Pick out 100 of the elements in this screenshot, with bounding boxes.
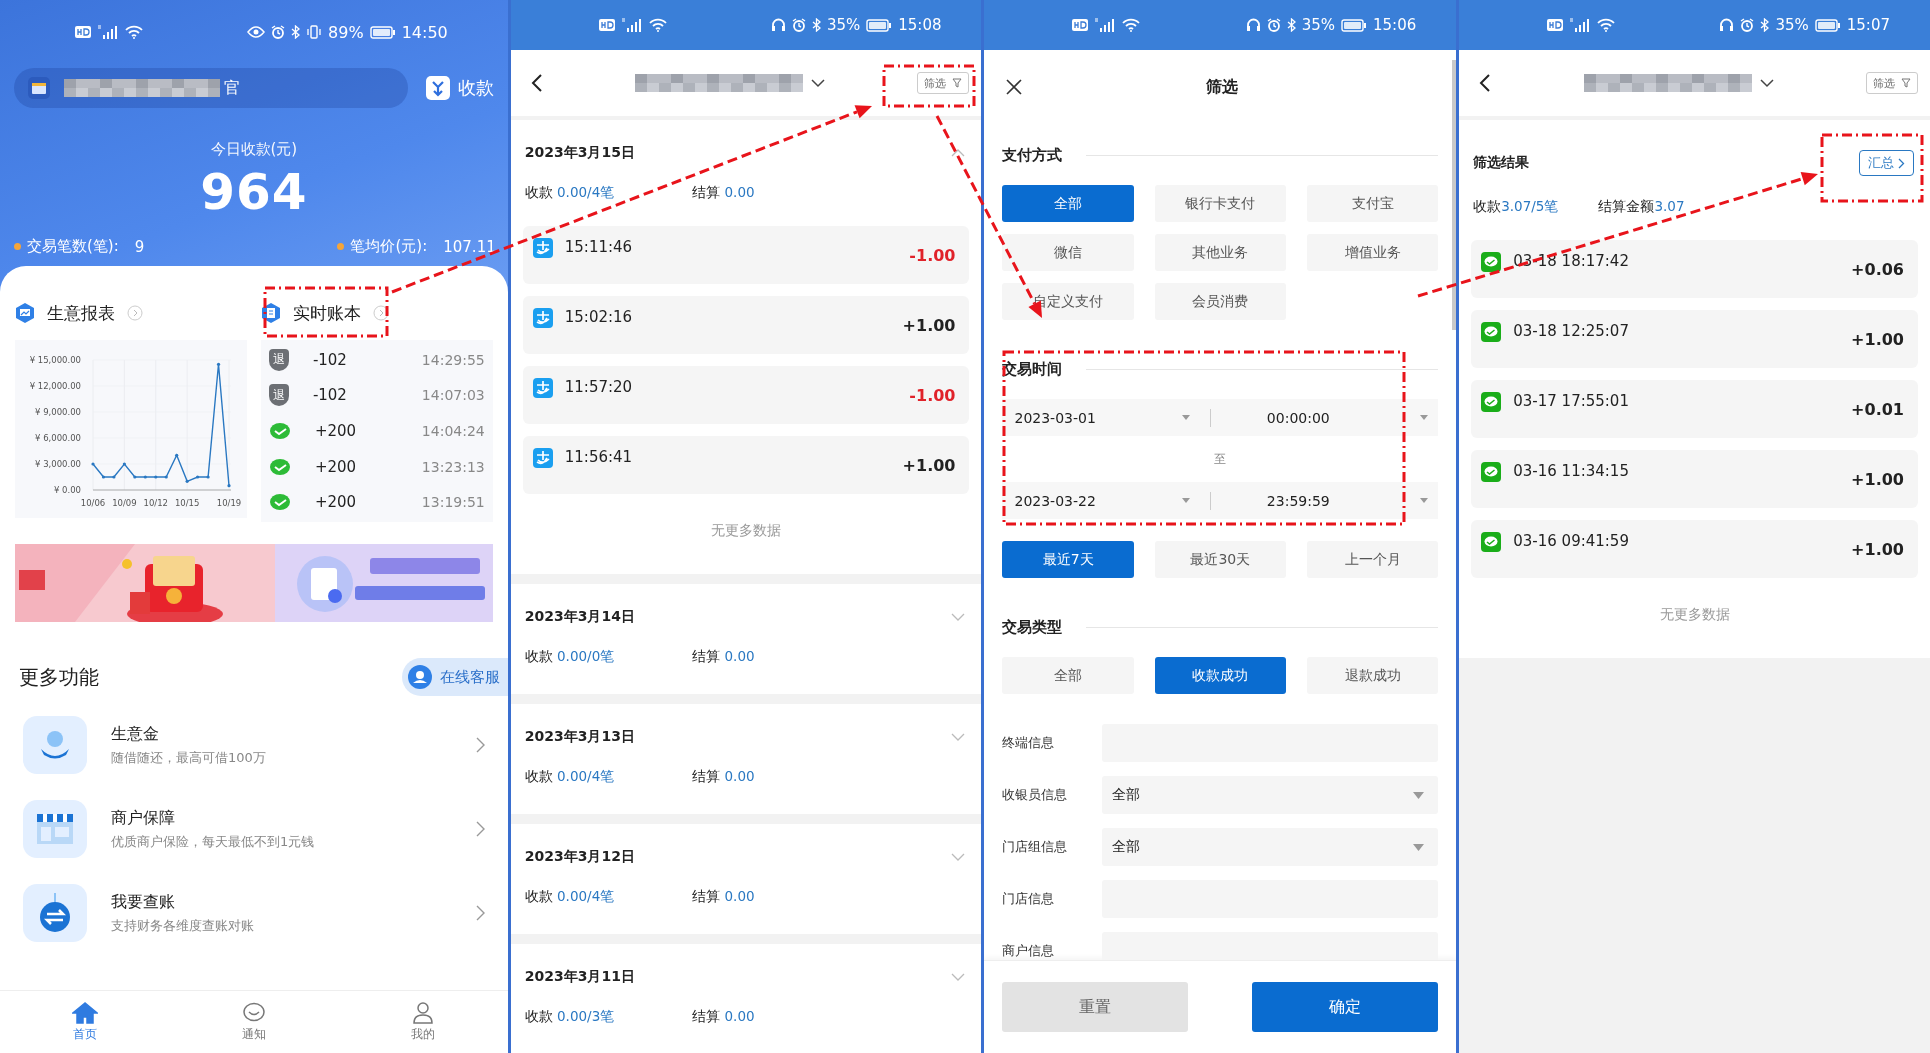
- transaction-row[interactable]: 11:57:20 -1.00: [522, 366, 970, 424]
- close-icon[interactable]: [1006, 79, 1023, 95]
- confirm-button[interactable]: 确定: [1252, 982, 1439, 1032]
- download-icon: [425, 76, 450, 100]
- transaction-time: 15:11:46: [564, 238, 634, 256]
- chevron-up-icon[interactable]: [951, 149, 966, 157]
- feature-item[interactable]: 生意金 随借随还，最高可借100万: [23, 710, 493, 780]
- chevron-right-icon: [475, 821, 485, 837]
- section-title: 支付方式: [1002, 146, 1063, 165]
- option-chip[interactable]: 全部: [1002, 657, 1134, 694]
- tab-item[interactable]: 通知: [218, 991, 289, 1053]
- date-picker[interactable]: 2023-03-01: [1014, 409, 1210, 426]
- option-chip[interactable]: 银行卡支付: [1154, 185, 1286, 222]
- ledger-amount: +200: [314, 422, 358, 440]
- transaction-row[interactable]: 03-16 11:34:15 +1.00: [1471, 450, 1918, 508]
- storefront-icon: [35, 812, 75, 846]
- clock: 15:08: [898, 16, 942, 34]
- caret-icon: [1420, 498, 1429, 503]
- hd-icon: [1072, 19, 1089, 31]
- merchant-selector[interactable]: 官: [14, 68, 408, 108]
- option-chip[interactable]: 退款成功: [1307, 657, 1439, 694]
- income-summary: 收款 0.00/4笔: [524, 184, 615, 202]
- option-chip[interactable]: 最近30天: [1154, 541, 1286, 578]
- time-picker[interactable]: 23:59:59: [1222, 492, 1429, 509]
- settle-summary: 结算 0.00: [692, 648, 755, 666]
- transaction-row[interactable]: 03-16 09:41:59 +1.00: [1471, 520, 1918, 578]
- payment-app-icon: [532, 378, 553, 398]
- section-title[interactable]: 生意报表: [47, 301, 115, 325]
- battery-icon: [1341, 18, 1367, 32]
- axis-label: 10/09: [112, 498, 137, 508]
- time-picker[interactable]: 00:00:00: [1222, 409, 1429, 426]
- data-point: [175, 453, 179, 457]
- transaction-time: 15:02:16: [564, 308, 634, 326]
- option-chip[interactable]: 会员消费: [1154, 283, 1286, 320]
- select-field[interactable]: 全部: [1102, 828, 1439, 866]
- exchange-icon: [37, 893, 73, 933]
- scrollbar[interactable]: [1452, 60, 1457, 330]
- ledger-time: 14:07:03: [421, 387, 485, 404]
- option-chip[interactable]: 最近7天: [1002, 541, 1134, 578]
- filter-button[interactable]: 筛选: [917, 72, 970, 94]
- hd-icon: [1547, 19, 1564, 31]
- stat-label: 笔均价(元):: [350, 237, 428, 256]
- transaction-row[interactable]: 15:02:16 +1.00: [522, 296, 970, 354]
- wifi-icon: [1597, 18, 1616, 32]
- stat-value: 9: [134, 237, 145, 256]
- results-title: 筛选结果: [1473, 154, 1530, 172]
- reset-button[interactable]: 重置: [1002, 982, 1189, 1032]
- tab-item[interactable]: 首页: [49, 991, 120, 1053]
- signal-icon: [620, 18, 643, 32]
- chevron-down-icon[interactable]: [1759, 78, 1774, 88]
- transaction-row[interactable]: 03-17 17:55:01 +0.01: [1471, 380, 1918, 438]
- headphones-icon: [1245, 18, 1261, 32]
- data-point: [227, 484, 231, 488]
- feature-subtitle: 优质商户保险，每天最低不到1元钱: [111, 832, 316, 851]
- signal-icon: [1569, 18, 1592, 32]
- collect-button[interactable]: 收款: [425, 76, 494, 100]
- chat-bubble-icon: [1481, 322, 1502, 342]
- support-button[interactable]: 在线客服: [401, 658, 508, 696]
- transaction-row[interactable]: 11:56:41 +1.00: [522, 436, 970, 494]
- battery-percent: 35%: [826, 16, 861, 34]
- back-icon[interactable]: [530, 73, 543, 93]
- transaction-time: 11:57:20: [564, 378, 634, 396]
- clock: 15:07: [1846, 16, 1890, 34]
- caret-icon: [1181, 498, 1190, 503]
- summary-button[interactable]: 汇总: [1859, 150, 1914, 176]
- payment-app-icon: [532, 238, 553, 258]
- chevron-circle-icon[interactable]: [372, 305, 389, 321]
- filter-button[interactable]: 筛选: [1866, 72, 1918, 94]
- feature-item[interactable]: 商户保障 优质商户保险，每天最低不到1元钱: [23, 794, 493, 864]
- transaction-row[interactable]: 03-18 12:25:07 +1.00: [1471, 310, 1918, 368]
- clock: 14:50: [401, 22, 448, 42]
- end-of-list-note: 无更多数据: [710, 521, 783, 540]
- income-summary: 收款 0.00/4笔: [524, 888, 615, 906]
- axis-label: 10/15: [174, 498, 200, 508]
- select-field[interactable]: 全部: [1102, 776, 1439, 814]
- option-chip[interactable]: 其他业务: [1154, 234, 1286, 271]
- chat-bubble-icon: [268, 422, 291, 440]
- ledger-time: 14:29:55: [421, 351, 485, 368]
- option-chip[interactable]: 微信: [1002, 234, 1134, 271]
- data-point: [91, 462, 95, 466]
- back-icon[interactable]: [1479, 73, 1492, 93]
- data-point: [112, 475, 116, 479]
- option-chip[interactable]: 收款成功: [1154, 657, 1286, 694]
- axis-label: ¥ 12,000.00: [29, 381, 81, 391]
- headphones-icon: [1719, 18, 1735, 32]
- wifi-icon: [648, 18, 667, 32]
- feature-item[interactable]: 我要查账 支持财务各维度查账对账: [23, 878, 493, 948]
- option-chip[interactable]: 全部: [1002, 185, 1134, 222]
- transaction-amount: +0.06: [1851, 260, 1904, 279]
- option-chip[interactable]: 增值业务: [1307, 234, 1439, 271]
- option-chip[interactable]: 上一个月: [1307, 541, 1439, 578]
- date-picker[interactable]: 2023-03-22: [1014, 492, 1210, 509]
- option-chip[interactable]: 支付宝: [1307, 185, 1439, 222]
- chevron-down-icon[interactable]: [811, 78, 826, 88]
- transaction-row[interactable]: 15:11:46 -1.00: [522, 226, 970, 284]
- chat-bubble-icon: [1481, 392, 1502, 412]
- tab-item[interactable]: 我的: [388, 991, 459, 1053]
- ledger-amount: -102: [312, 350, 348, 369]
- section-title[interactable]: 实时账本: [292, 301, 361, 325]
- ledger-time: 13:23:13: [421, 458, 485, 475]
